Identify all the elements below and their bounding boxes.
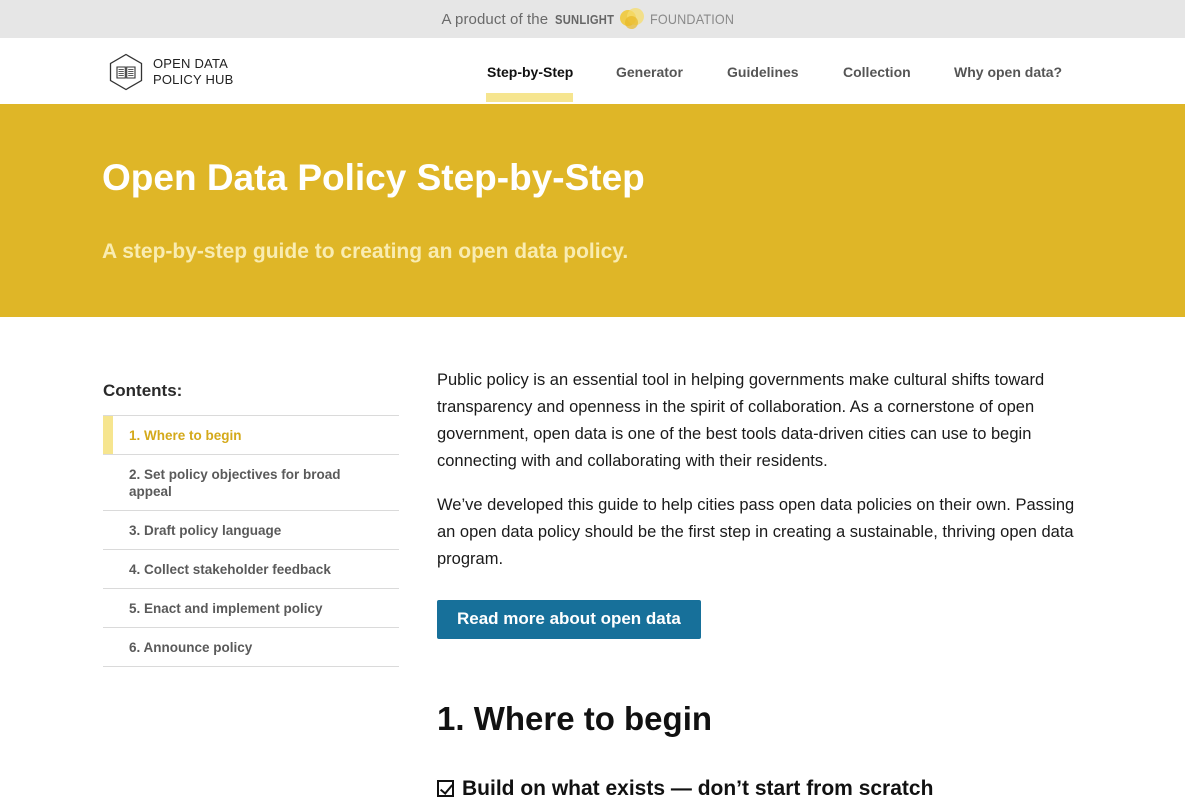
logo-line-2: POLICY HUB [153,72,234,87]
contents-heading: Contents: [103,381,183,400]
nav-generator[interactable]: Generator [616,64,683,80]
nav-active-indicator [486,93,573,102]
toc-item-enact-implement[interactable]: 5. Enact and implement policy [103,589,399,628]
sun-icon [618,5,646,33]
hero-banner: Open Data Policy Step-by-Step A step-by-… [0,104,1185,317]
checkbox-checked-icon [437,780,454,797]
intro-paragraph-1: Public policy is an essential tool in he… [437,371,1045,470]
open-book-hexagon-icon [109,53,143,91]
toc-item-where-to-begin[interactable]: 1. Where to begin [103,416,399,455]
table-of-contents: 1. Where to begin 2. Set policy objectiv… [103,415,399,667]
site-header: OPEN DATA POLICY HUB Step-by-Step Genera… [0,38,1185,104]
page-subtitle: A step-by-step guide to creating an open… [102,240,629,263]
site-logo[interactable]: OPEN DATA POLICY HUB [107,53,234,91]
sunlight-foundation-logo[interactable]: SUNLIGHT FOUNDATION [555,5,743,33]
sunlight-banner[interactable]: A product of the SUNLIGHT FOUNDATION [0,0,1185,38]
banner-prefix: A product of the [441,10,549,28]
subsection-heading: Build on what exists — don’t start from … [437,777,933,801]
section-heading-where-to-begin: 1. Where to begin [437,700,713,737]
toc-item-collect-feedback[interactable]: 4. Collect stakeholder feedback [103,550,399,589]
toc-item-draft-policy-language[interactable]: 3. Draft policy language [103,511,399,550]
brand-primary: SUNLIGHT [555,11,615,27]
toc-item-set-policy-objectives[interactable]: 2. Set policy objectives for broad appea… [103,455,399,511]
nav-guidelines[interactable]: Guidelines [727,64,799,80]
nav-why-open-data[interactable]: Why open data? [954,64,1062,80]
nav-step-by-step[interactable]: Step-by-Step [487,64,573,80]
nav-collection[interactable]: Collection [843,64,911,80]
subsection-heading-text: Build on what exists — don’t start from … [462,777,934,800]
logo-line-1: OPEN DATA [153,56,228,71]
main-content: Public policy is an essential tool in he… [437,367,1077,639]
page-title: Open Data Policy Step-by-Step [102,157,645,198]
logo-wordmark: OPEN DATA POLICY HUB [153,56,234,88]
toc-item-announce-policy[interactable]: 6. Announce policy [103,628,399,667]
intro-paragraph-2: We’ve developed this guide to help citie… [437,496,1075,568]
brand-secondary: FOUNDATION [650,11,735,27]
read-more-button[interactable]: Read more about open data [437,600,701,639]
